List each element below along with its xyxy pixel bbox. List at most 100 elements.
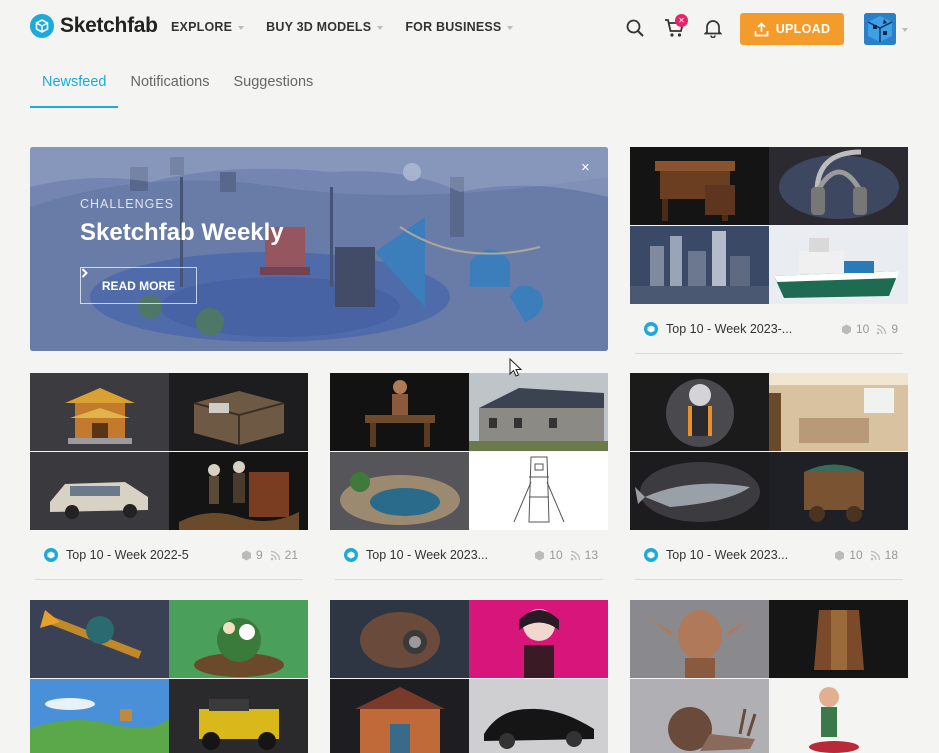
upload-button[interactable]: UPLOAD	[740, 13, 844, 45]
collection-card[interactable]: Top 10 - Week 2023... 10 13	[330, 373, 608, 580]
card-title[interactable]: Top 10 - Week 2022-5	[66, 548, 241, 562]
card-stats: 10 9	[841, 322, 898, 336]
challenges-banner[interactable]: CHALLENGES Sketchfab Weekly READ MORE ×	[30, 147, 608, 351]
thumbnail-vehicle	[169, 679, 308, 753]
read-more-label: READ MORE	[101, 278, 176, 293]
card-stats: 10 13	[534, 548, 598, 562]
collection-card[interactable]	[630, 600, 908, 753]
card-title[interactable]: Top 10 - Week 2023...	[666, 548, 834, 562]
collection-card[interactable]: Top 10 - Week 2023... 10 18	[630, 373, 908, 580]
nav-for-business[interactable]: FOR BUSINESS	[405, 20, 514, 34]
thumbnail-house	[469, 373, 608, 451]
card-divider	[635, 579, 903, 580]
feed-tabs: Newsfeed Notifications Suggestions	[30, 62, 325, 108]
bell-icon[interactable]	[702, 17, 724, 39]
card-meta: Top 10 - Week 2023... 10 13	[330, 530, 608, 580]
card-divider	[635, 353, 903, 354]
sketchfab-logo-icon	[644, 548, 658, 562]
card-thumbnails[interactable]	[30, 600, 308, 753]
thumbnail-armor	[769, 600, 908, 678]
sketchfab-logo-icon	[644, 322, 658, 336]
thumbnail-chest	[169, 373, 308, 451]
chevron-down-icon	[238, 25, 245, 30]
tab-suggestions[interactable]: Suggestions	[221, 62, 325, 108]
search-icon[interactable]	[624, 17, 646, 39]
thumbnail-pond	[330, 452, 469, 530]
models-count: 10	[549, 548, 563, 562]
main-nav: EXPLORE BUY 3D MODELS FOR BUSINESS	[171, 20, 514, 34]
collection-card[interactable]	[330, 600, 608, 753]
brand-name: Sketchfab	[60, 14, 158, 37]
follows-count: 18	[884, 548, 898, 562]
chevron-down-icon	[507, 25, 514, 30]
follows-count: 13	[584, 548, 598, 562]
card-thumbnails[interactable]	[330, 600, 608, 753]
thumbnail-wireframe-rocket	[469, 452, 608, 530]
close-banner-button[interactable]: ×	[581, 159, 590, 176]
follows-count: 21	[284, 548, 298, 562]
card-thumbnails[interactable]	[330, 373, 608, 530]
models-icon	[535, 550, 545, 560]
thumbnail-bedroom	[769, 373, 908, 451]
upload-label: UPLOAD	[775, 22, 831, 36]
top-header: Sketchfab EXPLORE BUY 3D MODELS FOR BUSI…	[0, 0, 939, 58]
card-title[interactable]: Top 10 - Week 2023-...	[666, 322, 841, 336]
card-thumbnails[interactable]	[630, 147, 908, 304]
card-meta: Top 10 - Week 2023-... 10 9	[630, 304, 908, 354]
card-stats: 10 18	[834, 548, 898, 562]
thumbnail-helmet	[330, 600, 469, 678]
thumbnail-whale	[630, 452, 769, 530]
thumbnail-goblin-bust	[630, 600, 769, 678]
card-divider	[35, 579, 303, 580]
collection-card[interactable]	[30, 600, 308, 753]
models-count: 9	[255, 548, 263, 562]
thumbnail-ship	[769, 226, 908, 304]
banner-overlay	[30, 147, 608, 351]
card-title[interactable]: Top 10 - Week 2023...	[366, 548, 534, 562]
tab-newsfeed[interactable]: Newsfeed	[30, 62, 119, 108]
models-icon	[835, 550, 845, 560]
rss-icon	[270, 550, 280, 560]
nav-business-label: FOR BUSINESS	[405, 20, 502, 34]
thumbnail-spaceship	[30, 600, 169, 678]
thumbnail-classic-car	[469, 679, 608, 753]
nav-buy-label: BUY 3D MODELS	[266, 20, 372, 34]
card-thumbnails[interactable]	[30, 373, 308, 530]
banner-kicker: CHALLENGES	[80, 197, 175, 211]
follows-count: 9	[891, 322, 898, 336]
nav-explore-label: EXPLORE	[171, 20, 233, 34]
mouse-cursor-icon	[509, 358, 523, 377]
sketchfab-logo-icon	[30, 14, 54, 38]
thumbnail-car	[30, 452, 169, 530]
thumbnail-blacksmith	[330, 373, 469, 451]
card-thumbnails[interactable]	[630, 373, 908, 530]
avatar-chevron-down-icon[interactable]	[902, 28, 908, 32]
card-thumbnails[interactable]	[630, 600, 908, 753]
cart-icon[interactable]: ✕	[664, 14, 688, 39]
chevron-right-icon	[81, 268, 88, 278]
sketchfab-logo-icon	[344, 548, 358, 562]
thumbnail-snail	[630, 679, 769, 753]
models-icon	[241, 550, 251, 560]
tab-notifications[interactable]: Notifications	[118, 62, 221, 108]
thumbnail-anime-girl	[469, 600, 608, 678]
thumbnail-cart	[769, 452, 908, 530]
thumbnail-desk	[630, 147, 769, 225]
thumbnail-flower-creature	[169, 600, 308, 678]
sketchfab-logo[interactable]: Sketchfab	[30, 14, 158, 38]
thumbnail-skeletons	[169, 452, 308, 530]
banner-title: Sketchfab Weekly	[80, 219, 284, 246]
avatar[interactable]	[864, 13, 896, 45]
collection-card[interactable]: Top 10 - Week 2023-... 10 9	[630, 147, 908, 354]
nav-explore[interactable]: EXPLORE	[171, 20, 245, 34]
thumbnail-city	[630, 226, 769, 304]
card-meta: Top 10 - Week 2022-5 9 21	[30, 530, 308, 580]
collection-card[interactable]: Top 10 - Week 2022-5 9 21	[30, 373, 308, 580]
read-more-button[interactable]: READ MORE	[80, 267, 197, 304]
thumbnail-cartoon-character	[769, 679, 908, 753]
thumbnail-headphones	[769, 147, 908, 225]
chevron-down-icon	[377, 25, 384, 30]
nav-buy-3d-models[interactable]: BUY 3D MODELS	[266, 20, 384, 34]
thumbnail-landscape	[30, 679, 169, 753]
rss-icon	[870, 550, 880, 560]
